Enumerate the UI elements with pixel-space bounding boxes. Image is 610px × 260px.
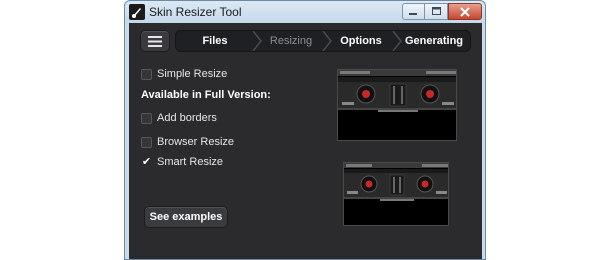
see-examples-button[interactable]: See examples [144, 206, 228, 228]
step-generating[interactable]: Generating [398, 31, 470, 51]
wizard-steps-bar: Files Resizing Options Generating [175, 30, 471, 52]
checkbox-box[interactable] [141, 68, 152, 80]
smart-resize-label: Smart Resize [157, 156, 224, 168]
add-borders-checkbox[interactable]: Add borders [141, 111, 217, 125]
full-version-heading: Available in Full Version: [141, 89, 271, 101]
window-title: Skin Resizer Tool [149, 5, 242, 19]
title-bar[interactable]: Skin Resizer Tool [125, 1, 485, 23]
step-options[interactable]: Options [328, 31, 394, 51]
app-music-note-icon [129, 4, 145, 20]
skin-preview-large [337, 69, 457, 141]
dj-deck-preview-image [338, 70, 456, 112]
add-borders-label: Add borders [157, 112, 217, 124]
step-resizing[interactable]: Resizing [256, 31, 326, 51]
step-files[interactable]: Files [176, 31, 254, 51]
menu-button[interactable] [140, 30, 170, 52]
browser-resize-label: Browser Resize [157, 136, 235, 148]
skin-preview-small [343, 162, 449, 226]
checkbox-box[interactable] [141, 136, 152, 148]
main-panel: Files Resizing Options Generating Simple… [129, 23, 482, 259]
simple-resize-label: Simple Resize [157, 68, 228, 80]
smart-resize-checkbox[interactable]: ✔ Smart Resize [141, 155, 223, 169]
minimize-icon [409, 13, 417, 15]
minimize-button[interactable] [402, 3, 425, 20]
browser-resize-checkbox[interactable]: Browser Resize [141, 135, 234, 149]
checkmark-icon: ✔ [141, 155, 152, 168]
close-button[interactable] [448, 3, 482, 20]
close-icon [460, 6, 470, 17]
hamburger-menu-icon [148, 35, 162, 47]
app-window: Skin Resizer Tool Files Resizing Options… [124, 0, 486, 260]
checkbox-box[interactable] [141, 112, 152, 124]
dj-deck-preview-image [344, 163, 448, 201]
simple-resize-checkbox[interactable]: Simple Resize [141, 67, 227, 81]
maximize-button[interactable] [425, 3, 448, 20]
checkbox-box[interactable]: ✔ [141, 155, 152, 168]
maximize-icon [431, 7, 441, 15]
